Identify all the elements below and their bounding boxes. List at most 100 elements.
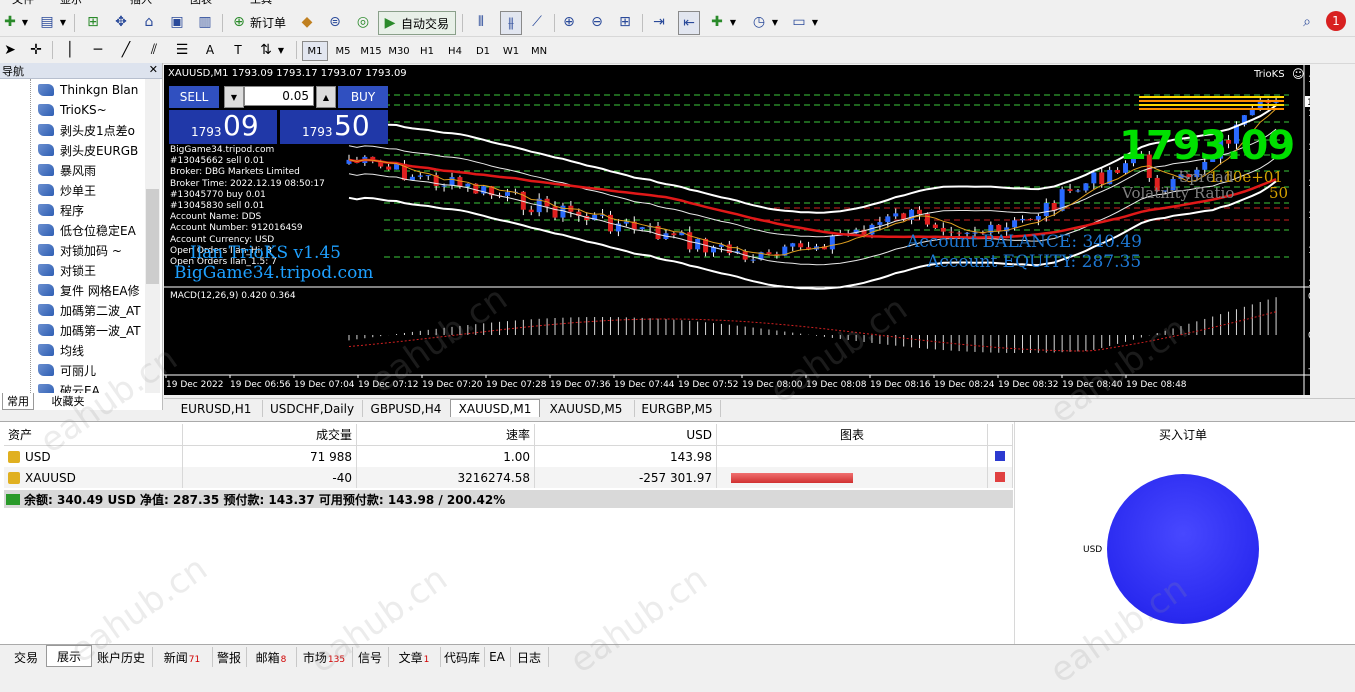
dropdown-arrow-icon[interactable]: ▼ bbox=[276, 40, 286, 60]
terminal-tab[interactable]: 文章 1 bbox=[388, 647, 441, 667]
tab-favorites[interactable]: 收藏夹 bbox=[40, 393, 96, 409]
navigator-item[interactable]: 暴风雨 bbox=[38, 160, 96, 180]
chart-tab[interactable]: GBPUSD,H4 bbox=[362, 400, 451, 417]
navigator-item[interactable]: 加碼第一波_AT bbox=[38, 320, 141, 340]
navigator-item[interactable]: 复件 网格EA修 bbox=[38, 280, 140, 300]
navigator-item[interactable]: 程序 bbox=[38, 200, 84, 220]
timeframe-m1[interactable]: M1 bbox=[302, 41, 328, 61]
sell-button[interactable]: SELL bbox=[169, 86, 219, 108]
chart-shift-icon[interactable]: ⇤ bbox=[678, 11, 700, 35]
timeframe-m30[interactable]: M30 bbox=[386, 41, 412, 61]
col-asset[interactable]: 资产 bbox=[4, 424, 183, 446]
indicators-icon[interactable]: ✚ bbox=[708, 12, 726, 32]
navigator-item[interactable]: 均线 bbox=[38, 340, 84, 360]
dropdown-arrow-icon[interactable]: ▼ bbox=[810, 12, 820, 32]
navigator-item[interactable]: 对锁加码 ~ bbox=[38, 240, 122, 260]
new-order-button[interactable]: 新订单 bbox=[250, 12, 286, 32]
terminal-tab[interactable]: 邮箱 8 bbox=[246, 647, 297, 667]
terminal-tab[interactable]: 信号 bbox=[352, 647, 389, 667]
lot-decrease-icon[interactable]: ▼ bbox=[224, 86, 244, 108]
lot-input[interactable]: 0.05 bbox=[244, 86, 314, 106]
market-watch-icon[interactable]: ⊞ bbox=[84, 12, 102, 32]
terminal-icon[interactable]: ▣ bbox=[168, 12, 186, 32]
terminal-tab[interactable]: 市场 135 bbox=[296, 647, 353, 667]
terminal-tab[interactable]: 新闻 71 bbox=[152, 647, 213, 667]
tester-icon[interactable]: ▥ bbox=[196, 12, 214, 32]
bar-chart-icon[interactable]: ⫴ bbox=[472, 12, 490, 32]
navigator-item[interactable]: 对锁王 bbox=[38, 260, 96, 280]
col-usd[interactable]: USD bbox=[534, 424, 717, 446]
channel-icon[interactable]: ⫽ bbox=[146, 40, 162, 60]
chart-window[interactable]: 1793.551793.091792.951792.351791.751791.… bbox=[164, 65, 1310, 395]
col-volume[interactable]: 成交量 bbox=[182, 424, 357, 446]
buy-price-button[interactable]: 1793 50 bbox=[280, 110, 388, 144]
scrollbar-thumb[interactable] bbox=[146, 189, 159, 284]
dropdown-arrow-icon[interactable]: ▼ bbox=[770, 12, 780, 32]
zoom-in-icon[interactable]: ⊕ bbox=[560, 12, 578, 32]
profiles-icon[interactable]: ▤ bbox=[38, 12, 56, 32]
chart-tab[interactable]: XAUUSD,M5 bbox=[538, 400, 635, 417]
navigator-item[interactable]: 剥头皮1点差o bbox=[38, 120, 135, 140]
horizontal-line-icon[interactable]: ─ bbox=[90, 40, 106, 60]
new-chart-icon[interactable]: ✚ bbox=[2, 12, 18, 32]
terminal-tab[interactable]: 账户历史 bbox=[90, 647, 153, 667]
text-icon[interactable]: A bbox=[202, 40, 218, 60]
col-chart[interactable]: 图表 bbox=[716, 424, 988, 446]
templates-icon[interactable]: ▭ bbox=[790, 12, 808, 32]
navigator-item[interactable]: 加碼第二波_AT bbox=[38, 300, 141, 320]
candlestick-icon[interactable]: ⫵ bbox=[500, 11, 522, 35]
cursor-icon[interactable]: ➤ bbox=[2, 40, 18, 60]
lot-increase-icon[interactable]: ▲ bbox=[316, 86, 336, 108]
tab-common[interactable]: 常用 bbox=[2, 393, 34, 410]
market-icon[interactable]: ◎ bbox=[354, 12, 372, 32]
timeframe-m15[interactable]: M15 bbox=[358, 41, 384, 61]
terminal-tab[interactable]: 展示 bbox=[46, 645, 92, 667]
terminal-tab[interactable]: 交易 bbox=[6, 647, 47, 667]
notification-badge[interactable]: 1 bbox=[1326, 11, 1346, 31]
navigator-item[interactable]: Thinkgn Blan bbox=[38, 80, 138, 100]
chart-tab[interactable]: EURUSD,H1 bbox=[170, 400, 263, 417]
trendline-icon[interactable]: ╱ bbox=[118, 40, 134, 60]
navigator-item[interactable]: 炒单王 bbox=[38, 180, 96, 200]
metaeditor-icon[interactable]: ◆ bbox=[298, 12, 316, 32]
timeframe-mn[interactable]: MN bbox=[526, 41, 552, 61]
zoom-out-icon[interactable]: ⊖ bbox=[588, 12, 606, 32]
data-window-icon[interactable]: ✥ bbox=[112, 12, 130, 32]
navigator-item[interactable]: 可丽儿 bbox=[38, 360, 96, 380]
table-row[interactable]: USD 71 988 1.00 143.98 bbox=[4, 445, 1013, 467]
terminal-tab[interactable]: 警报 bbox=[212, 647, 247, 667]
timeframe-d1[interactable]: D1 bbox=[470, 41, 496, 61]
navigator-scrollbar[interactable] bbox=[145, 79, 160, 393]
terminal-tab[interactable]: EA bbox=[484, 647, 511, 667]
navigator-item[interactable]: 破云EA bbox=[38, 380, 100, 393]
text-label-icon[interactable]: T bbox=[230, 40, 246, 60]
navigator-item[interactable]: TrioKS~ bbox=[38, 100, 107, 120]
line-chart-icon[interactable]: ⟋ bbox=[528, 12, 546, 32]
dropdown-arrow-icon[interactable]: ▼ bbox=[58, 12, 68, 32]
crosshair-icon[interactable]: ✛ bbox=[28, 40, 44, 60]
chart-tab[interactable]: XAUUSD,M1 bbox=[450, 399, 540, 417]
buy-button[interactable]: BUY bbox=[338, 86, 388, 108]
timeframe-h4[interactable]: H4 bbox=[442, 41, 468, 61]
dropdown-arrow-icon[interactable]: ▼ bbox=[20, 12, 30, 32]
auto-trading-button[interactable]: ▶ 自动交易 bbox=[378, 11, 456, 35]
periods-icon[interactable]: ◷ bbox=[750, 12, 768, 32]
tile-windows-icon[interactable]: ⊞ bbox=[616, 12, 634, 32]
terminal-tab[interactable]: 代码库 bbox=[440, 647, 485, 667]
col-rate[interactable]: 速率 bbox=[356, 424, 535, 446]
close-icon[interactable]: ✕ bbox=[149, 63, 158, 76]
navigator-icon[interactable]: ⌂ bbox=[140, 12, 158, 32]
navigator-item[interactable]: 低仓位稳定EA bbox=[38, 220, 136, 240]
col-color[interactable] bbox=[987, 424, 1013, 446]
chart-tab[interactable]: EURGBP,M5 bbox=[634, 400, 721, 417]
vertical-line-icon[interactable]: │ bbox=[62, 40, 78, 60]
timeframe-w1[interactable]: W1 bbox=[498, 41, 524, 61]
chart-tab[interactable]: USDCHF,Daily bbox=[262, 400, 363, 417]
new-order-icon[interactable]: ⊕ bbox=[230, 12, 248, 32]
signals-icon[interactable]: ⊜ bbox=[326, 12, 344, 32]
arrows-icon[interactable]: ⇅ bbox=[258, 40, 274, 60]
fibonacci-icon[interactable]: ☰ bbox=[174, 40, 190, 60]
terminal-tab[interactable]: 日志 bbox=[510, 647, 549, 667]
dropdown-arrow-icon[interactable]: ▼ bbox=[728, 12, 738, 32]
sell-price-button[interactable]: 1793 09 bbox=[169, 110, 277, 144]
